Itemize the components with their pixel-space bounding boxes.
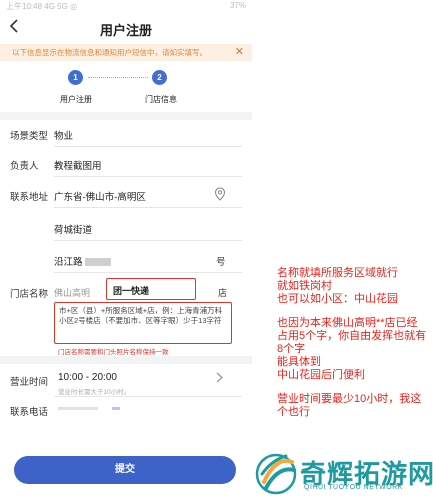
section-divider [0,112,252,120]
annotation-line: 能具体到 [277,356,321,368]
step-2-dot: 2 [152,70,167,85]
venue-type-value[interactable]: 物业 [54,128,73,142]
status-bar-left: 上午10:48 4G 5G ◎ [6,2,78,11]
venue-type-label: 场景类型 [10,131,49,142]
divider [54,272,242,273]
divider [54,207,242,208]
contact-person-label: 负责人 [10,161,39,172]
divider [54,176,242,177]
divider [54,396,242,397]
step-1-label: 用户注册 [60,95,92,104]
contact-person-input[interactable]: 教程截图用 [54,158,102,172]
divider [54,240,242,241]
store-name-input[interactable]: 团一快递 [106,278,196,300]
annotation-text: 名称就填所服务区域就行 就如铁岗村 也可以如小区：中山花园 也因为本来佛山高明*… [277,267,429,419]
nav-bar: 用户注册 [0,13,252,43]
annotation-line: 也因为本来佛山高明**店已经 [277,317,418,329]
phone-screen: 上午10:48 4G 5G ◎ 37% 用户注册 以下信息显示在物流信息和通知用… [0,0,252,500]
status-bar: 上午10:48 4G 5G ◎ 37% [0,0,252,13]
annotation-line: 中山花园后门便利 [277,369,365,381]
submit-button[interactable]: 提交 [14,456,236,484]
section-divider [0,356,252,364]
step-1-dot: 1 [68,70,83,85]
step-indicator: 1 2 用户注册 门店信息 [0,66,252,106]
masked-house-number [84,258,111,267]
annotation-line: 就如铁岗村 [277,280,332,292]
phone-input[interactable] [58,404,124,414]
brand-subtitle: QIHUI TUOYOU NETWORK [304,484,403,491]
annotation-line: 个也行 [277,406,310,418]
store-name-prefix: 佛山高明 [54,288,91,298]
watermark-brand: 奇辉拓游网 QIHUI TUOYOU NETWORK [252,448,433,500]
annotation-line: 8个字 [277,343,306,355]
step-2-label: 门店信息 [145,95,177,104]
location-pin-icon[interactable] [214,187,226,201]
notice-banner: 以下信息显示在物流信息和通知用户短信中，请如实填写。 ✕ [0,44,252,61]
battery-indicator: 37% [229,1,246,10]
store-name-warning: 门店名称需要和门头照片名称保持一致 [58,349,169,356]
divider [54,146,242,147]
address-region-select[interactable]: 广东省-佛山市-高明区 [54,189,146,203]
address-label: 联系地址 [10,192,49,203]
annotation-line: 营业时间要最少10小时，我这 [277,393,422,405]
store-name-value: 团一快递 [113,286,150,296]
brand-logo-icon [255,453,297,495]
business-hours-hint: 营业时长需大于10小时。 [58,389,131,396]
annotation-line: 占用5个字，你自由发挥也就有 [277,330,427,342]
store-name-hint: 市+区（县）+所服务区域+店，例：上海青浦万科小区2号楼店（不要加市、区等字眼）… [54,302,232,344]
page-title: 用户注册 [99,23,152,38]
address-road-input[interactable]: 沿江路 [54,254,111,268]
business-hours-label: 营业时间 [10,377,49,388]
close-icon[interactable]: ✕ [235,45,244,58]
store-name-suffix: 店 [218,288,228,298]
phone-label: 联系电话 [10,407,49,418]
annotation-line: 也可以如小区：中山花园 [277,293,398,305]
step-connector [88,77,148,78]
notice-text: 以下信息显示在物流信息和通知用户短信中，请如实填写。 [12,48,207,57]
annotation-line: 名称就填所服务区域就行 [277,267,398,279]
business-hours-select[interactable]: 10:00 - 20:00 [58,372,117,383]
store-name-label: 门店名称 [10,289,49,300]
chevron-right-icon[interactable] [216,372,223,386]
house-number-unit: 号 [216,257,226,268]
address-road-text: 沿江路 [54,257,83,268]
address-street-select[interactable]: 荷城街道 [54,222,92,236]
